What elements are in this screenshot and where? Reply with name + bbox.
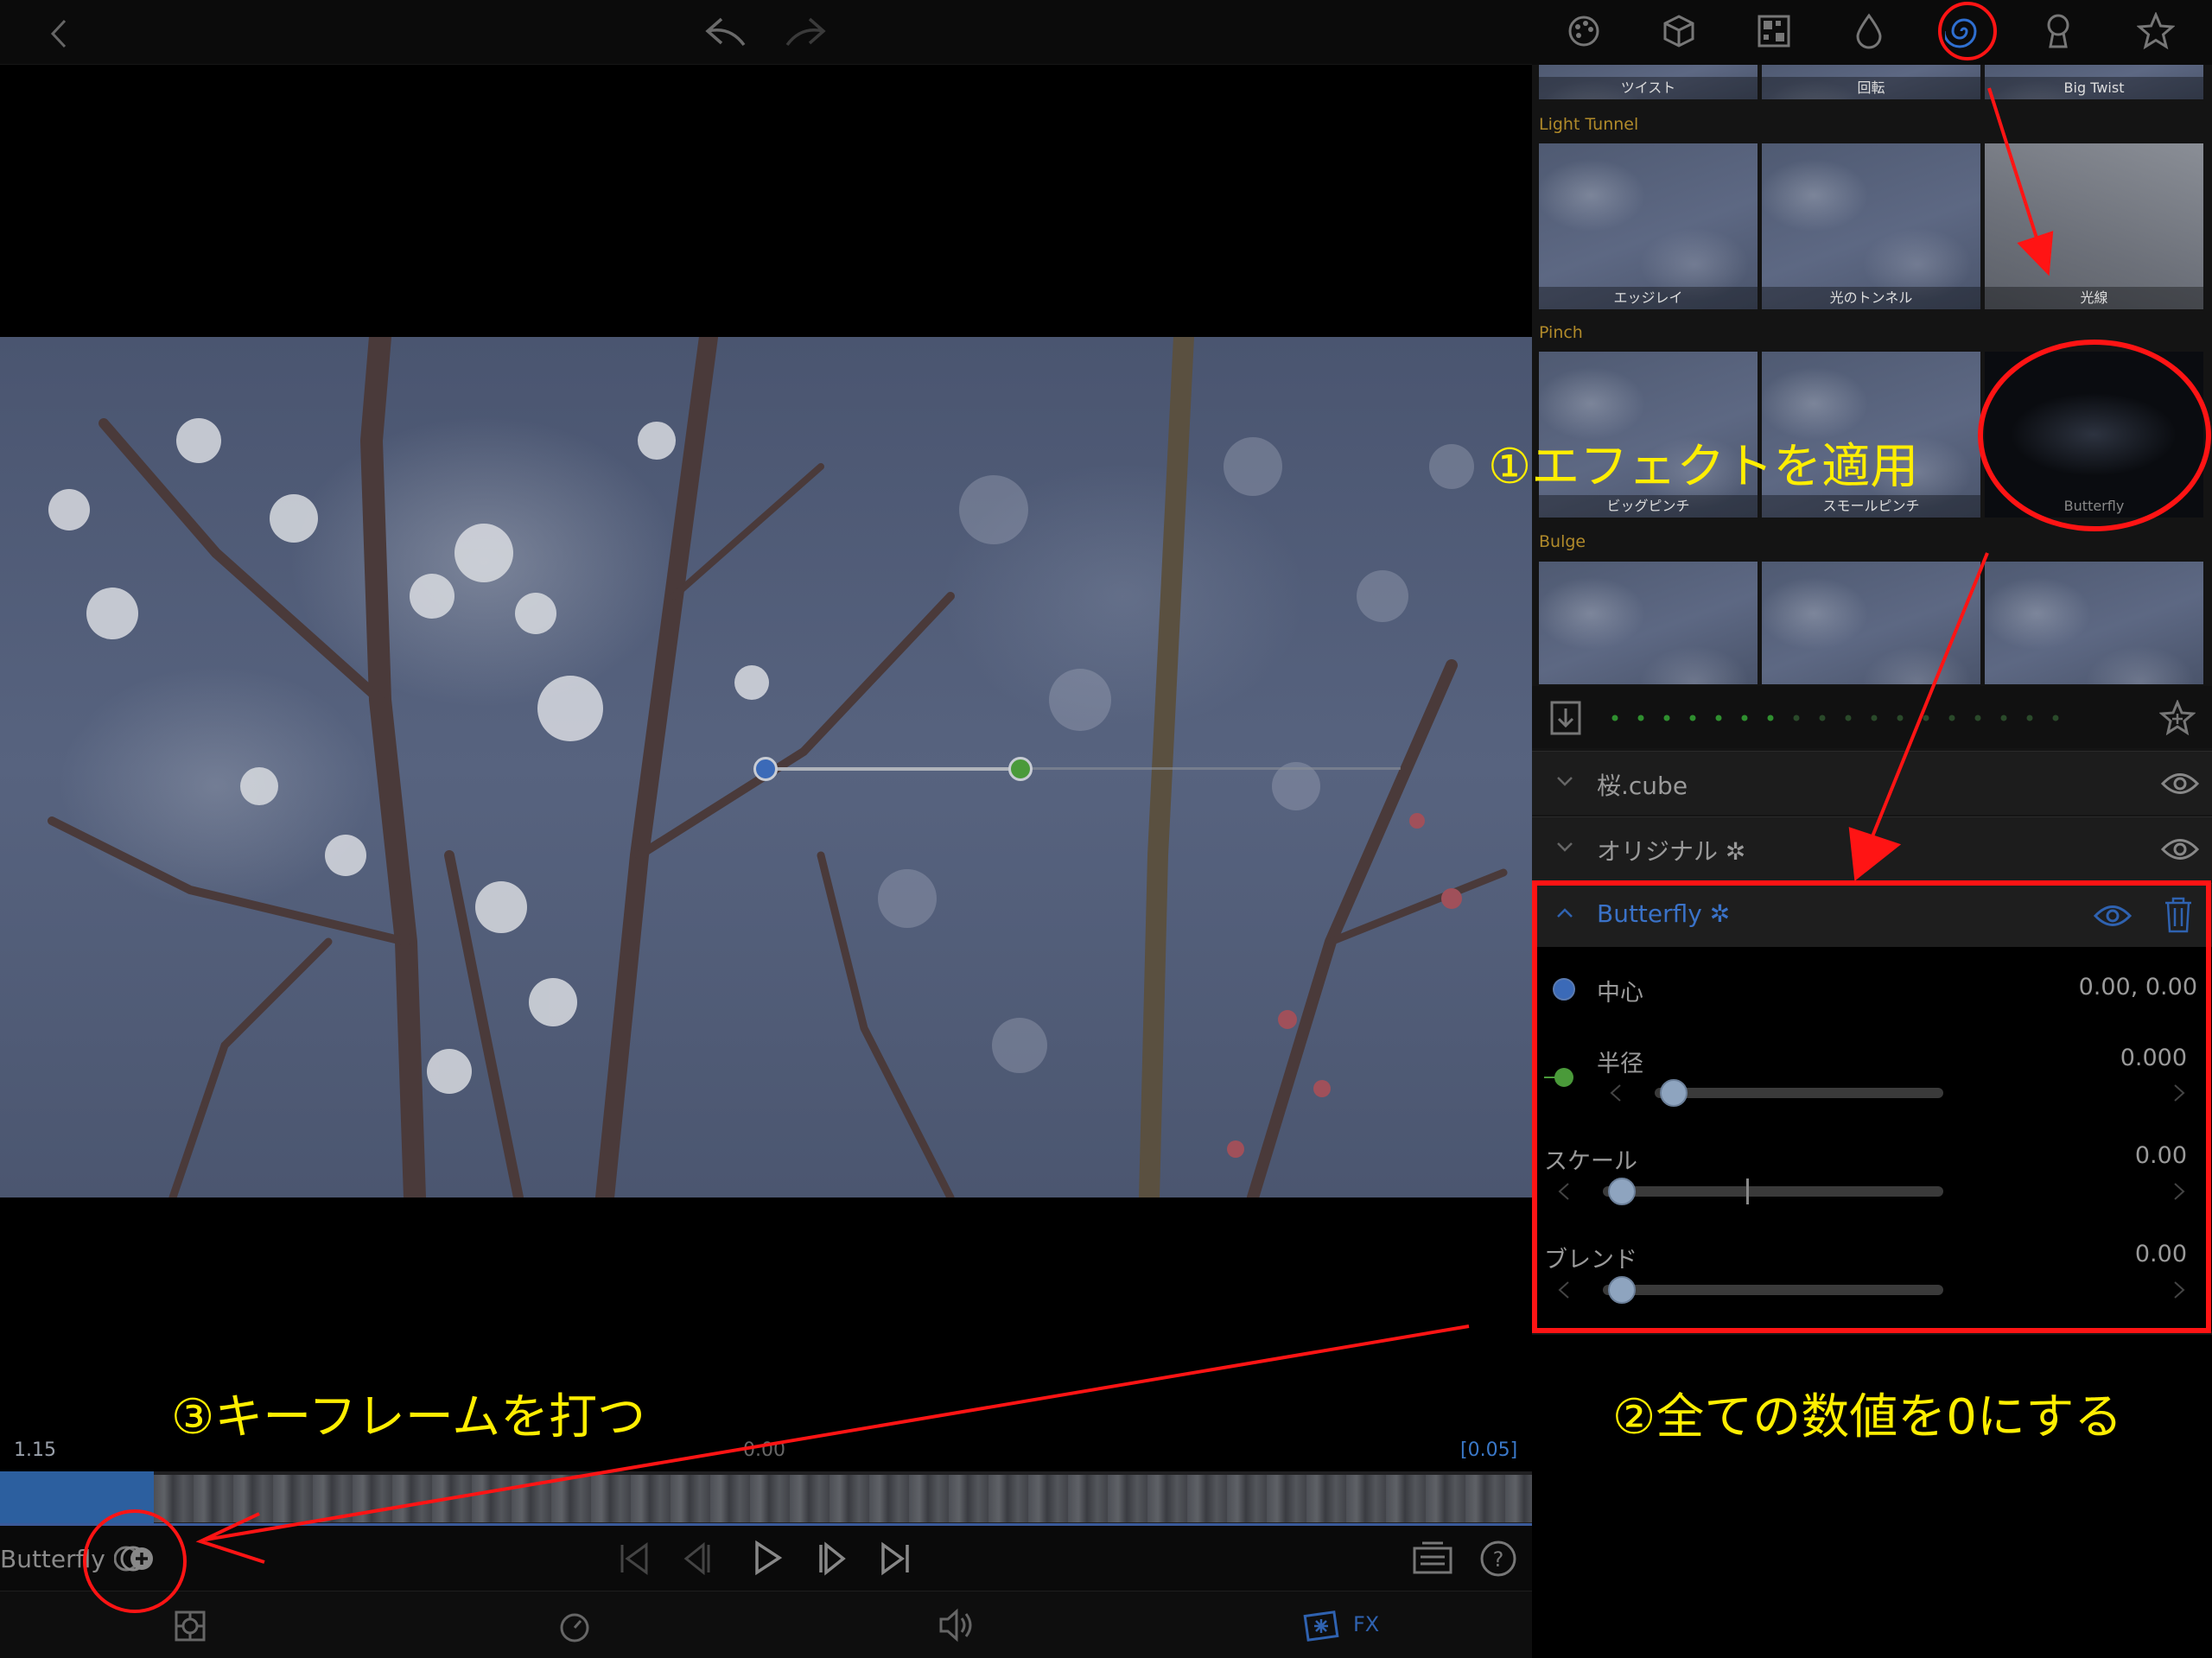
blend-value[interactable]: 0.00: [1964, 1241, 2187, 1267]
layer-name: オリジナル ✲: [1597, 837, 1746, 866]
timeline-filmstrip[interactable]: [154, 1475, 1532, 1522]
scale-decrement-icon[interactable]: [1558, 1182, 1570, 1201]
radius-value[interactable]: 0.000: [1964, 1045, 2187, 1071]
radius-param-tick: [1544, 1077, 1556, 1078]
layer-row-original[interactable]: オリジナル ✲: [1532, 816, 2212, 880]
scale-slider-track[interactable]: [1603, 1186, 1943, 1197]
audio-icon[interactable]: [938, 1607, 977, 1643]
annotation-step3: ③キーフレームを打つ: [171, 1389, 646, 1445]
redo-icon[interactable]: [782, 16, 827, 50]
radius-param-dot: [1554, 1068, 1573, 1087]
timeline-right-time: [0.05]: [1460, 1439, 1518, 1461]
scale-value[interactable]: 0.00: [1964, 1142, 2187, 1169]
blend-slider-track[interactable]: [1603, 1285, 1943, 1295]
radius-handle[interactable]: [1008, 757, 1033, 781]
timeline-selected-region: [0, 1471, 154, 1526]
center-label: 中心: [1597, 980, 1643, 1007]
step-forward-icon[interactable]: [816, 1541, 847, 1576]
radius-slider-knob[interactable]: [1660, 1079, 1688, 1107]
annotation-step1: ①エフェクトを適用: [1488, 439, 1919, 495]
effect-thumb-rotate[interactable]: 回転: [1762, 65, 1980, 99]
scale-slider-knob[interactable]: [1608, 1178, 1636, 1205]
fx-label[interactable]: FX: [1353, 1612, 1379, 1636]
visibility-eye-icon[interactable]: [2094, 903, 2132, 929]
keyhole-icon[interactable]: [2044, 12, 2073, 50]
effect-thumb-bulge-3[interactable]: [1985, 562, 2203, 684]
skip-to-start-icon[interactable]: [619, 1541, 650, 1576]
radius-label: 半径: [1597, 1051, 1643, 1077]
radius-decrement-icon[interactable]: [1610, 1083, 1622, 1102]
transport-bar: Butterfly ?: [0, 1526, 1532, 1591]
effect-keyframe-label: Butterfly: [0, 1545, 105, 1573]
radius-slider-track[interactable]: [1655, 1088, 1943, 1098]
effect-thumb-light-tunnel[interactable]: 光のトンネル: [1762, 143, 1980, 309]
panel-category-tabs: [1532, 0, 2212, 65]
blend-decrement-icon[interactable]: [1558, 1280, 1570, 1299]
chevron-down-icon[interactable]: [1556, 772, 1573, 790]
palette-icon[interactable]: [1567, 14, 1601, 48]
drop-icon[interactable]: [1854, 12, 1884, 50]
effect-thumb-edge-ray[interactable]: エッジレイ: [1539, 143, 1758, 309]
import-icon[interactable]: [1549, 700, 1582, 736]
undo-icon[interactable]: [704, 16, 749, 50]
category-pinch: Pinch: [1539, 323, 1583, 342]
effect-thumb-light-rays[interactable]: 光線: [1985, 143, 2203, 309]
center-param-dot: [1553, 978, 1575, 1001]
top-toolbar: [0, 0, 1532, 65]
layer-row-butterfly[interactable]: Butterfly ✲: [1532, 883, 2212, 947]
timeline-track[interactable]: [0, 1471, 1532, 1526]
scale-label: スケール: [1544, 1148, 1637, 1175]
chevron-up-icon[interactable]: [1556, 905, 1573, 922]
back-icon[interactable]: [50, 19, 67, 48]
transform-icon[interactable]: [173, 1609, 207, 1643]
effect-thumb-bulge-1[interactable]: [1539, 562, 1758, 684]
blend-increment-icon[interactable]: [2173, 1280, 2185, 1299]
help-icon[interactable]: ?: [1479, 1540, 1517, 1578]
annotation-step2: ②全ての数値を0にする: [1612, 1389, 2123, 1445]
effect-thumb-butterfly[interactable]: Butterfly: [1985, 352, 2203, 518]
effect-thumb-twist[interactable]: ツイスト: [1539, 65, 1758, 99]
svg-text:?: ?: [1493, 1547, 1504, 1572]
play-icon[interactable]: [753, 1540, 783, 1576]
effect-parameters: 中心 0.00, 0.00 半径 0.000 スケール 0.00 ブレンド 0.…: [1532, 947, 2212, 1331]
category-bulge: Bulge: [1539, 532, 1586, 551]
timeline-left-time: 1.15: [14, 1439, 56, 1461]
layer-name: Butterfly ✲: [1597, 899, 1731, 928]
visibility-eye-icon[interactable]: [2161, 771, 2199, 797]
blend-label: ブレンド: [1544, 1247, 1637, 1274]
add-favorite-icon[interactable]: [2159, 700, 2196, 736]
layer-row-sakura-cube[interactable]: 桜.cube: [1532, 751, 2212, 815]
effect-thumb-big-twist[interactable]: Big Twist: [1985, 65, 2203, 99]
add-keyframe-icon[interactable]: [114, 1543, 156, 1574]
chevron-down-icon[interactable]: [1556, 838, 1573, 855]
speed-icon[interactable]: [557, 1609, 592, 1643]
distortion-icon[interactable]: [1945, 12, 1983, 50]
radius-increment-icon[interactable]: [2173, 1083, 2185, 1102]
category-light-tunnel: Light Tunnel: [1539, 115, 1639, 134]
center-guide-line-active: [766, 767, 1020, 771]
layer-name: 桜.cube: [1597, 772, 1688, 800]
skip-to-end-icon[interactable]: [880, 1541, 911, 1576]
mosaic-icon[interactable]: [1757, 14, 1791, 48]
fx-icon[interactable]: [1303, 1607, 1339, 1643]
favorites-star-icon[interactable]: [2137, 12, 2175, 50]
page-dots: [1611, 715, 2059, 721]
trash-icon[interactable]: [2163, 896, 2194, 934]
clip-list-icon[interactable]: [1412, 1541, 1453, 1576]
bottom-nav: FX: [0, 1591, 1532, 1658]
visibility-eye-icon[interactable]: [2161, 836, 2199, 862]
timeline-center-time: 0.00: [743, 1439, 785, 1461]
video-preview[interactable]: [0, 337, 1532, 1197]
blend-slider-knob[interactable]: [1608, 1276, 1636, 1304]
center-value[interactable]: 0.00, 0.00: [1964, 974, 2197, 1001]
cube-icon[interactable]: [1662, 14, 1696, 48]
center-handle[interactable]: [753, 757, 778, 781]
scale-default-tick: [1746, 1178, 1749, 1204]
step-back-icon[interactable]: [683, 1541, 714, 1576]
effect-thumb-bulge-2[interactable]: [1762, 562, 1980, 684]
scale-increment-icon[interactable]: [2173, 1182, 2185, 1201]
